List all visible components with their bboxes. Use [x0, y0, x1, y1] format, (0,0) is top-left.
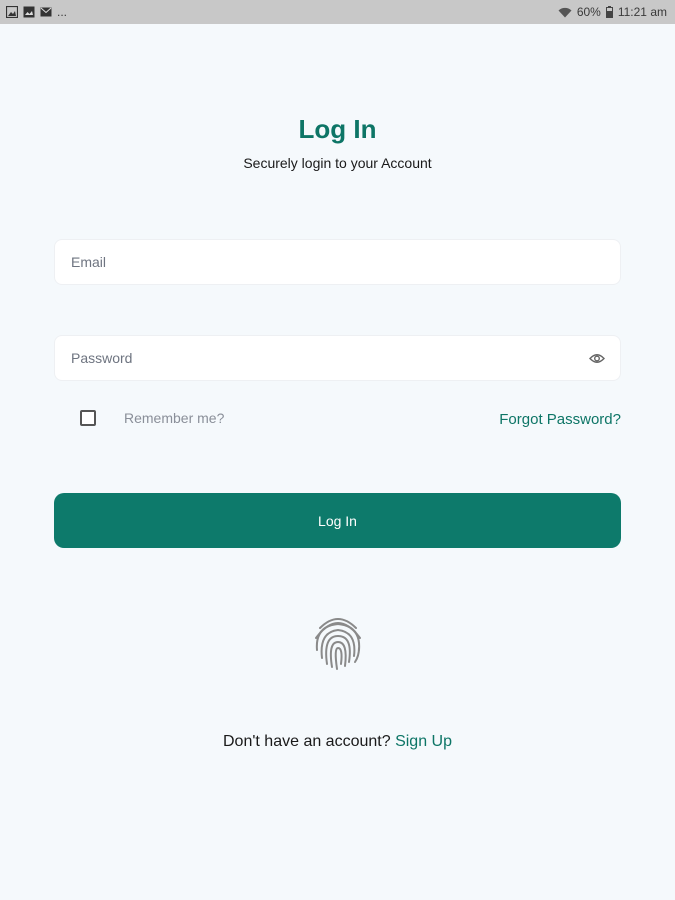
email-field-container [54, 239, 621, 285]
battery-percent: 60% [576, 5, 601, 19]
password-field[interactable] [55, 336, 588, 380]
remember-me-row: Remember me? [80, 410, 224, 426]
remember-me-label: Remember me? [124, 410, 225, 426]
status-ellipsis: ... [57, 5, 68, 19]
email-field[interactable] [55, 240, 620, 284]
remember-me-checkbox[interactable] [80, 410, 96, 426]
mail-notification-icon [40, 7, 52, 17]
fingerprint-icon[interactable] [311, 614, 365, 672]
forgot-password-link[interactable]: Forgot Password? [499, 411, 621, 428]
signup-prompt: Don't have an account? [223, 733, 391, 750]
gallery-notification-icon [23, 6, 35, 18]
signup-row: Don't have an account? Sign Up [0, 733, 675, 751]
status-indicators: 60% 11:21 am [558, 5, 667, 19]
page-title: Log In [298, 114, 377, 144]
image-notification-icon [6, 6, 18, 18]
signup-link[interactable]: Sign Up [395, 733, 452, 750]
eye-icon[interactable] [588, 349, 606, 367]
clock: 11:21 am [617, 5, 667, 19]
status-notifications: ... [6, 5, 67, 19]
battery-icon [605, 6, 613, 18]
page-subtitle: Securely login to your Account [243, 155, 432, 171]
login-button[interactable]: Log In [54, 493, 621, 548]
wifi-icon [558, 7, 572, 17]
password-field-container [54, 335, 621, 381]
status-bar: ... 60% 11:21 am [0, 0, 675, 24]
